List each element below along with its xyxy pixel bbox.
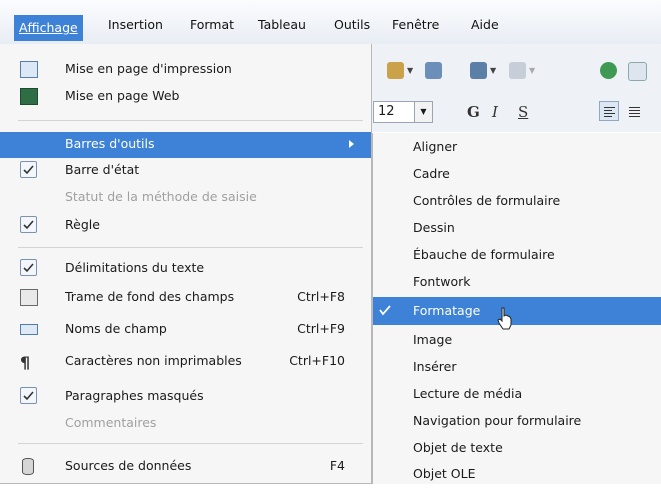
- submenu-item-label: Cadre: [413, 166, 450, 181]
- submenu-item-label: Insérer: [413, 359, 457, 374]
- menu-item-label: Délimitations du texte: [65, 260, 205, 275]
- submenu-item-fontwork[interactable]: Fontwork: [373, 268, 661, 296]
- submenu-item-insert[interactable]: Insérer: [373, 353, 661, 381]
- redo-dropdown-icon[interactable]: ▼: [529, 66, 535, 75]
- submenu-item-drawing[interactable]: Dessin: [373, 214, 661, 242]
- submenu-item-align[interactable]: Aligner: [373, 133, 661, 161]
- font-size-value: 12: [378, 104, 395, 119]
- menu-item-shortcut: F4: [329, 458, 345, 473]
- submenu-item-form-design[interactable]: Ébauche de formulaire: [373, 241, 661, 269]
- menu-separator: [18, 120, 363, 121]
- field-names-icon: [20, 324, 38, 335]
- menu-item-label: Règle: [65, 217, 100, 232]
- submenu-item-label: Contrôles de formulaire: [413, 193, 561, 208]
- navigator-icon[interactable]: [600, 62, 617, 79]
- menu-tableau[interactable]: Tableau: [253, 13, 311, 37]
- submenu-item-label: Image: [413, 332, 453, 347]
- submenu-item-label: Fontwork: [413, 274, 471, 289]
- menu-item-text-boundaries[interactable]: Délimitations du texte: [0, 256, 371, 282]
- menu-affichage-label: Affichage: [19, 20, 78, 35]
- menu-item-ruler[interactable]: Règle: [0, 213, 371, 239]
- redo-icon[interactable]: [509, 62, 526, 79]
- paste-icon[interactable]: [387, 62, 404, 79]
- menu-separator: [18, 443, 363, 444]
- shadow-button[interactable]: S: [518, 103, 528, 121]
- menu-item-field-names[interactable]: Noms de champ Ctrl+F9: [0, 317, 371, 343]
- undo-icon[interactable]: [470, 62, 487, 79]
- checkmark-icon: [20, 216, 37, 233]
- font-size-combobox[interactable]: 12 ▼: [373, 101, 433, 123]
- checkmark-icon: [20, 259, 37, 276]
- menu-bar: Affichage Insertion Format Tableau Outil…: [0, 0, 661, 44]
- menu-item-toolbars[interactable]: Barres d'outils: [0, 132, 371, 158]
- submenu-item-label: Objet OLE: [413, 466, 476, 481]
- field-shading-icon: [20, 289, 38, 306]
- paste-dropdown-icon[interactable]: ▼: [407, 66, 413, 75]
- submenu-item-label: Dessin: [413, 220, 455, 235]
- submenu-item-label: Objet de texte: [413, 440, 503, 455]
- menu-item-status-bar[interactable]: Barre d'état: [0, 158, 371, 184]
- toolbars-submenu: Aligner Cadre Contrôles de formulaire De…: [372, 133, 661, 484]
- menu-item-web-layout[interactable]: Mise en page Web: [0, 84, 371, 110]
- chevron-down-icon[interactable]: ▼: [414, 102, 432, 122]
- menu-item-label: Trame de fond des champs: [65, 289, 235, 304]
- menu-item-shortcut: Ctrl+F10: [289, 353, 345, 368]
- menu-item-comments: Commentaires: [0, 411, 371, 437]
- submenu-item-media-playback[interactable]: Lecture de média: [373, 380, 661, 408]
- menu-item-label: Barre d'état: [65, 162, 140, 177]
- menu-item-formatting-marks[interactable]: ¶ Caractères non imprimables Ctrl+F10: [0, 349, 371, 375]
- data-sources-icon: [22, 458, 34, 475]
- checkmark-icon: [20, 387, 37, 404]
- submenu-item-image[interactable]: Image: [373, 326, 661, 354]
- menu-item-shortcut: Ctrl+F9: [297, 321, 345, 336]
- menu-aide[interactable]: Aide: [466, 13, 504, 37]
- italic-button[interactable]: I: [492, 103, 498, 121]
- print-layout-icon: [20, 61, 38, 78]
- submenu-arrow-icon: [349, 140, 354, 148]
- menu-item-data-sources[interactable]: Sources de données F4: [0, 454, 371, 480]
- submenu-item-label: Navigation pour formulaire: [413, 413, 582, 428]
- submenu-item-form-controls[interactable]: Contrôles de formulaire: [373, 187, 661, 215]
- menu-item-label: Paragraphes masqués: [65, 388, 204, 403]
- submenu-item-form-navigation[interactable]: Navigation pour formulaire: [373, 407, 661, 435]
- menu-item-shortcut: Ctrl+F8: [297, 289, 345, 304]
- menu-item-label: Statut de la méthode de saisie: [65, 189, 257, 204]
- menu-item-field-shading[interactable]: Trame de fond des champs Ctrl+F8: [0, 285, 371, 311]
- checkmark-icon: [377, 302, 394, 319]
- submenu-item-label: Lecture de média: [413, 386, 523, 401]
- view-menu: Mise en page d'impression Mise en page W…: [0, 44, 372, 484]
- submenu-item-label: Aligner: [413, 139, 458, 154]
- align-center-button[interactable]: [624, 101, 644, 121]
- menu-item-label: Mise en page d'impression: [65, 61, 232, 76]
- submenu-item-frame[interactable]: Cadre: [373, 160, 661, 188]
- menu-item-label: Barres d'outils: [65, 136, 155, 151]
- align-left-button[interactable]: [599, 101, 619, 121]
- menu-format[interactable]: Format: [185, 13, 239, 37]
- table-icon[interactable]: [628, 62, 647, 81]
- menu-insertion[interactable]: Insertion: [103, 13, 168, 37]
- menu-item-hidden-paragraphs[interactable]: Paragraphes masqués: [0, 384, 371, 410]
- menu-item-label: Commentaires: [65, 415, 157, 430]
- submenu-item-label: Ébauche de formulaire: [413, 247, 555, 262]
- bold-button[interactable]: G: [467, 103, 480, 121]
- menu-item-print-layout[interactable]: Mise en page d'impression: [0, 57, 371, 83]
- submenu-item-label: Formatage: [413, 303, 481, 318]
- menu-item-label: Noms de champ: [65, 321, 167, 336]
- menu-item-input-method-status: Statut de la méthode de saisie: [0, 185, 371, 211]
- menu-outils[interactable]: Outils: [329, 13, 375, 37]
- submenu-item-formatting[interactable]: Formatage: [373, 297, 661, 325]
- menu-item-label: Mise en page Web: [65, 88, 180, 103]
- menu-fenetre[interactable]: Fenêtre: [387, 13, 444, 37]
- web-layout-icon: [20, 88, 38, 105]
- checkmark-icon: [20, 161, 37, 178]
- menu-item-label: Caractères non imprimables: [65, 353, 242, 368]
- clone-formatting-icon[interactable]: [425, 62, 442, 79]
- submenu-item-text-object[interactable]: Objet de texte: [373, 434, 661, 462]
- menu-affichage[interactable]: Affichage: [14, 15, 83, 41]
- mouse-pointer-icon: [497, 307, 512, 330]
- pilcrow-icon: ¶: [20, 353, 31, 372]
- menu-separator: [18, 247, 363, 248]
- undo-dropdown-icon[interactable]: ▼: [490, 66, 496, 75]
- menu-item-label: Sources de données: [65, 458, 192, 473]
